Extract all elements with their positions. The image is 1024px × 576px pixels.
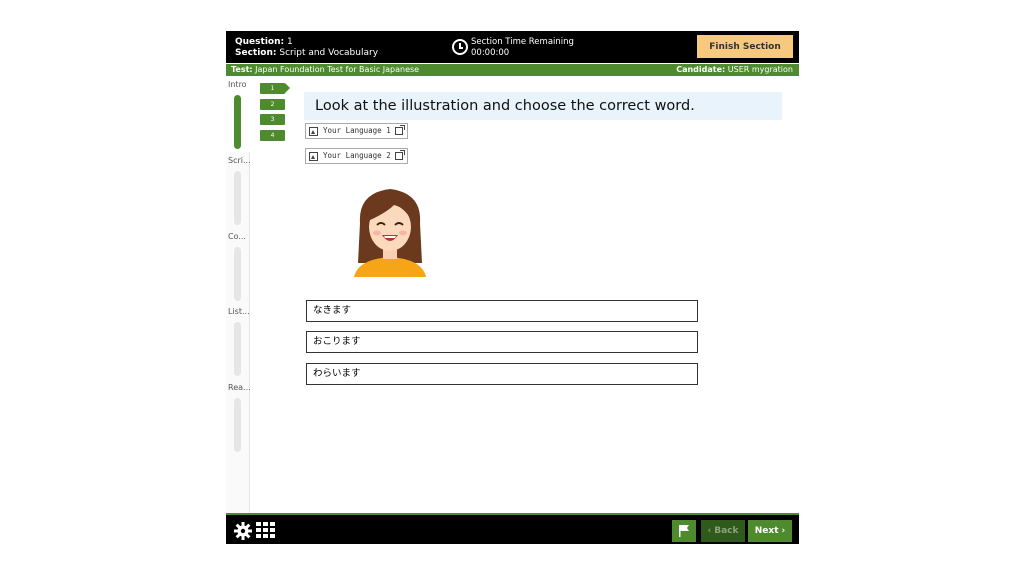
section-progress-bar — [234, 95, 241, 149]
section-progress-bar — [234, 322, 241, 376]
candidate-name: USER mygration — [727, 65, 793, 74]
section-name: Script and Vocabulary — [279, 48, 379, 58]
test-app: Question: 1 Section: Script and Vocabula… — [226, 31, 799, 544]
language-button-label: Your Language 2 — [323, 151, 391, 160]
question-label: Question: — [235, 37, 285, 47]
chevron-left-icon: ‹ — [707, 526, 712, 536]
section-item-reading[interactable]: Rea... — [226, 379, 250, 455]
section-progress-bar — [234, 247, 241, 301]
external-link-icon — [394, 125, 405, 135]
instruction-text: Look at the illustration and choose the … — [304, 92, 782, 120]
question-number: 1 — [286, 37, 293, 47]
test-info: Test: Japan Foundation Test for Basic Ja… — [231, 64, 419, 76]
section-item-listening[interactable]: List... — [226, 303, 250, 379]
section-label-intro: Intro — [228, 80, 247, 89]
flag-icon — [679, 525, 689, 537]
chevron-right-icon: › — [781, 526, 786, 536]
answer-option-3[interactable]: わらいます — [306, 363, 698, 385]
external-link-icon — [394, 150, 405, 160]
section-item-conversation[interactable]: Co... — [226, 228, 250, 304]
image-icon — [309, 126, 318, 136]
answer-option-1[interactable]: なきます — [306, 300, 698, 322]
section-label-listening: List... — [228, 307, 250, 316]
section-item-script[interactable]: Scri... — [226, 152, 250, 228]
next-button[interactable]: Next › — [748, 520, 792, 542]
test-label: Test: — [231, 65, 253, 74]
section-label-conversation: Co... — [228, 232, 246, 241]
back-button[interactable]: ‹ Back — [701, 520, 745, 542]
test-name: Japan Foundation Test for Basic Japanese — [255, 65, 420, 74]
question-button-1[interactable]: 1 — [260, 83, 290, 94]
candidate-info: Candidate: USER mygration — [676, 64, 793, 76]
timer: Section Time Remaining 00:00:00 — [471, 37, 574, 59]
finish-section-button[interactable]: Finish Section — [697, 35, 793, 58]
footer-bar: ‹ Back Next › — [226, 513, 799, 544]
flag-button[interactable] — [672, 520, 696, 542]
candidate-label: Candidate: — [676, 65, 726, 74]
question-button-4[interactable]: 4 — [260, 129, 285, 141]
grid-menu-icon[interactable] — [256, 522, 276, 539]
question-list: 1 2 3 4 — [260, 83, 290, 145]
section-label-reading: Rea... — [228, 383, 250, 392]
question-info: Question: 1 Section: Script and Vocabula… — [235, 37, 378, 59]
timer-label: Section Time Remaining — [471, 37, 574, 47]
section-label: Section: — [235, 48, 277, 58]
question-button-3[interactable]: 3 — [260, 114, 285, 125]
back-label: Back — [714, 526, 739, 536]
laughing-girl-illustration — [354, 189, 426, 277]
section-label-script: Scri... — [228, 156, 250, 165]
section-progress-bar — [234, 171, 241, 225]
timer-value: 00:00:00 — [471, 48, 510, 58]
gear-icon[interactable] — [234, 522, 252, 540]
language-button-2[interactable]: Your Language 2 — [305, 148, 408, 164]
section-nav: Intro Scri... Co... List... Rea... — [226, 76, 250, 513]
top-bar: Question: 1 Section: Script and Vocabula… — [226, 31, 799, 63]
next-label: Next — [754, 526, 779, 536]
question-button-2[interactable]: 2 — [260, 98, 285, 110]
language-button-label: Your Language 1 — [323, 126, 391, 135]
language-button-1[interactable]: Your Language 1 — [305, 123, 408, 139]
image-icon — [309, 151, 318, 161]
clock-icon — [452, 39, 468, 55]
info-bar: Test: Japan Foundation Test for Basic Ja… — [226, 64, 799, 76]
section-item-intro[interactable]: Intro — [226, 76, 250, 152]
section-progress-bar — [234, 398, 241, 452]
answer-option-2[interactable]: おこります — [306, 331, 698, 353]
